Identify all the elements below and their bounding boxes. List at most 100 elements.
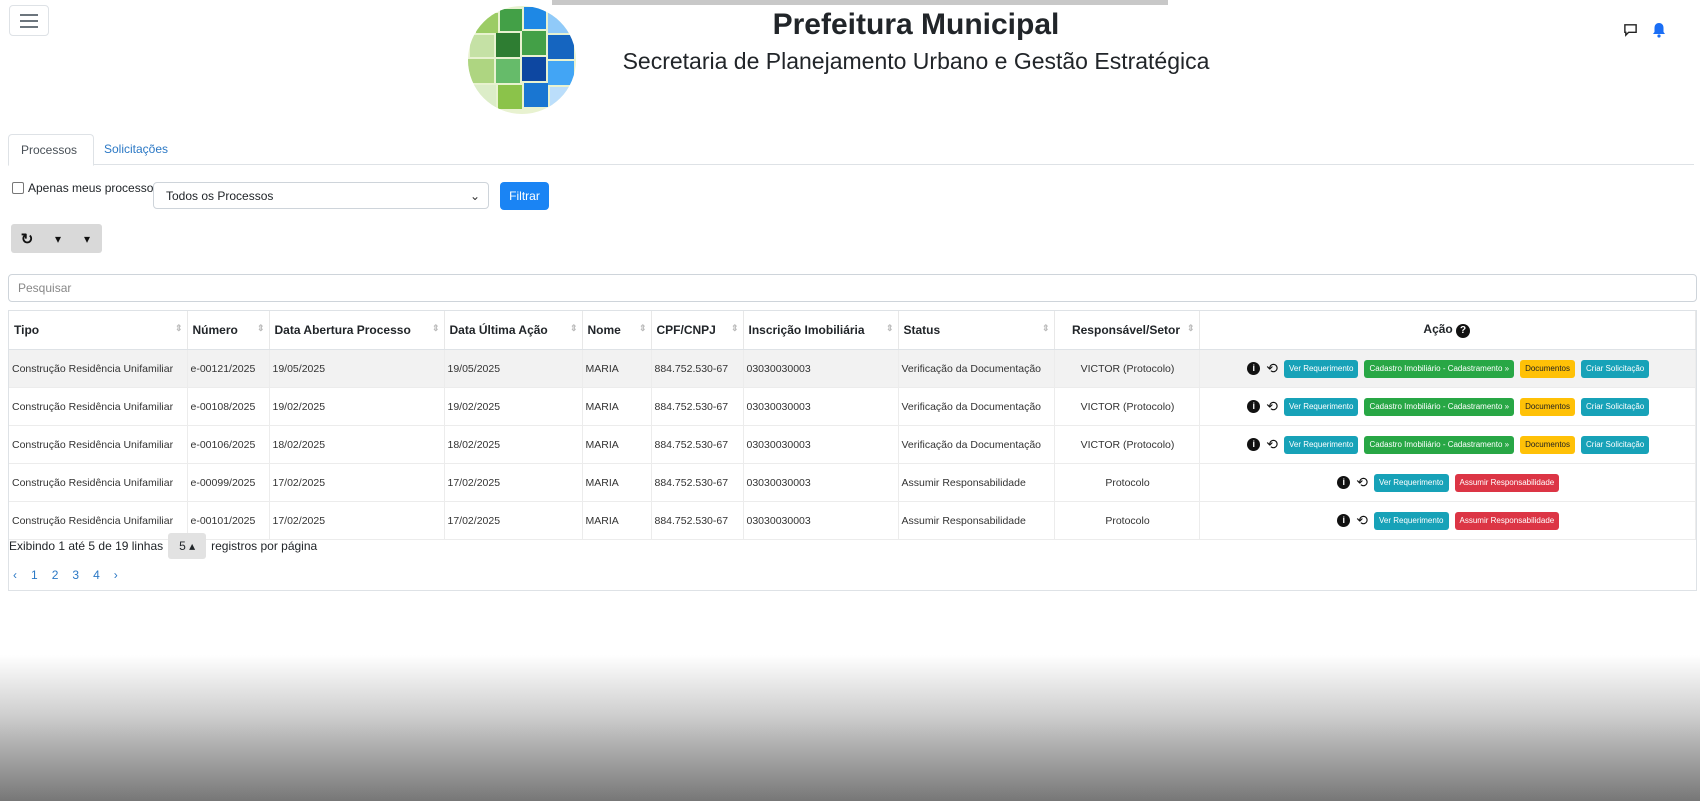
ver-requerimento-button[interactable]: Ver Requerimento	[1374, 511, 1449, 530]
only-mine-label: Apenas meus processos	[28, 181, 160, 195]
bottom-shadow	[0, 655, 1700, 801]
table-row: Construção Residência Unifamiliar e-00108…	[9, 387, 1696, 426]
tab-processos[interactable]: Processos	[8, 134, 94, 166]
help-icon[interactable]: ?	[1456, 324, 1471, 338]
cell-numero: e-00108/2025	[187, 387, 270, 426]
cell-numero: e-00106/2025	[187, 425, 270, 464]
cell-status: Assumir Responsabilidade	[898, 501, 1055, 540]
criar-solicitacao-button[interactable]: Criar Solicitação	[1581, 435, 1650, 454]
history-icon[interactable]: ⟲	[1266, 398, 1278, 415]
cell-responsavel: VICTOR (Protocolo)	[1054, 425, 1200, 464]
per-page-dropdown[interactable]: 5 ▴	[168, 533, 207, 559]
info-icon[interactable]: i	[1337, 514, 1351, 527]
cell-acao: i ⟲ Ver Requerimento Cadastro Imobiliário -…	[1199, 387, 1696, 426]
cadastro-imobiliario-button[interactable]: Cadastro Imobiliário - Cadastramento »	[1364, 435, 1515, 454]
ver-requerimento-button[interactable]: Ver Requerimento	[1283, 397, 1359, 416]
tab-solicitacoes[interactable]: Solicitações	[92, 134, 180, 164]
menu-icon-line	[20, 13, 38, 16]
table-row: Construção Residência Unifamiliar e-00106…	[9, 425, 1696, 464]
cell-nome: MARIA	[582, 387, 652, 426]
process-filter-value: Todos os Processos	[166, 189, 274, 203]
info-icon[interactable]: i	[1337, 476, 1351, 489]
pagination-info: Exibindo 1 até 5 de 19 linhas	[9, 539, 164, 553]
cell-ultima: 17/02/2025	[444, 463, 583, 502]
cell-nome: MARIA	[582, 349, 652, 388]
search-input[interactable]: Pesquisar	[8, 274, 1697, 302]
column-header-acao: Ação ?	[1199, 311, 1696, 350]
column-header-nome[interactable]: Nome ⇕	[582, 311, 652, 350]
cadastro-imobiliario-button[interactable]: Cadastro Imobiliário - Cadastramento »	[1364, 397, 1515, 416]
cell-cpf: 884.752.530-67	[651, 463, 744, 502]
page-link-4[interactable]: 4	[93, 568, 100, 582]
per-page-label: registros por página	[211, 539, 318, 553]
column-header-data-abertura[interactable]: Data Abertura Processo ⇕	[269, 311, 445, 350]
cell-inscricao: 03030030003	[743, 501, 899, 540]
column-header-inscricao[interactable]: Inscrição Imobiliária ⇕	[743, 311, 899, 350]
ver-requerimento-button[interactable]: Ver Requerimento	[1283, 435, 1359, 454]
notification-bell-icon[interactable]	[1652, 22, 1666, 43]
pagination: ‹ 1 2 3 4 ›	[13, 568, 118, 582]
criar-solicitacao-button[interactable]: Criar Solicitação	[1581, 397, 1650, 416]
cell-cpf: 884.752.530-67	[651, 387, 744, 426]
process-filter-select[interactable]: Todos os Processos ⌄	[153, 182, 489, 209]
history-icon[interactable]: ⟲	[1356, 474, 1368, 491]
documentos-button[interactable]: Documentos	[1520, 359, 1575, 378]
only-mine-checkbox[interactable]	[12, 182, 24, 194]
column-header-responsavel[interactable]: Responsável/Setor ⇕	[1054, 311, 1200, 350]
cell-numero: e-00099/2025	[187, 463, 270, 502]
cell-status: Verificação da Documentação	[898, 387, 1055, 426]
columns-dropdown-icon[interactable]: ▾	[43, 232, 73, 246]
cell-tipo: Construção Residência Unifamiliar	[9, 349, 188, 388]
cell-ultima: 19/02/2025	[444, 387, 583, 426]
cell-abertura: 19/05/2025	[269, 349, 445, 388]
hamburger-menu-button[interactable]	[9, 5, 49, 36]
assumir-responsabilidade-button[interactable]: Assumir Responsabilidade	[1454, 473, 1560, 492]
cell-abertura: 17/02/2025	[269, 463, 445, 502]
chat-icon[interactable]	[1623, 22, 1638, 43]
info-icon[interactable]: i	[1247, 400, 1261, 413]
documentos-button[interactable]: Documentos	[1520, 397, 1575, 416]
page-link-2[interactable]: 2	[52, 568, 59, 582]
cell-abertura: 19/02/2025	[269, 387, 445, 426]
cell-status: Assumir Responsabilidade	[898, 463, 1055, 502]
cadastro-imobiliario-button[interactable]: Cadastro Imobiliário - Cadastramento »	[1364, 359, 1515, 378]
cell-acao: i ⟲ Ver Requerimento Assumir Responsabilida…	[1199, 463, 1696, 502]
cell-tipo: Construção Residência Unifamiliar	[9, 425, 188, 464]
cell-inscricao: 03030030003	[743, 387, 899, 426]
cell-responsavel: Protocolo	[1054, 501, 1200, 540]
ver-requerimento-button[interactable]: Ver Requerimento	[1283, 359, 1359, 378]
export-dropdown-icon[interactable]: ▾	[73, 232, 101, 246]
page-subtitle: Secretaria de Planejamento Urbano e Gest…	[622, 48, 1210, 74]
page-link-3[interactable]: 3	[72, 568, 79, 582]
history-icon[interactable]: ⟲	[1356, 512, 1368, 529]
refresh-icon[interactable]: ↻	[11, 230, 43, 248]
cell-acao: i ⟲ Ver Requerimento Assumir Responsabilida…	[1199, 501, 1696, 540]
page-title: Prefeitura Municipal	[772, 8, 1060, 41]
cell-inscricao: 03030030003	[743, 349, 899, 388]
cell-status: Verificação da Documentação	[898, 349, 1055, 388]
cell-nome: MARIA	[582, 501, 652, 540]
criar-solicitacao-button[interactable]: Criar Solicitação	[1581, 359, 1650, 378]
page-link-1[interactable]: 1	[31, 568, 38, 582]
page-prev-link[interactable]: ‹	[13, 568, 17, 582]
page-next-link[interactable]: ›	[114, 568, 118, 582]
cell-responsavel: VICTOR (Protocolo)	[1054, 387, 1200, 426]
history-icon[interactable]: ⟲	[1266, 436, 1278, 453]
column-header-cpf-cnpj[interactable]: CPF/CNPJ ⇕	[651, 311, 744, 350]
history-icon[interactable]: ⟲	[1266, 360, 1278, 377]
cell-ultima: 19/05/2025	[444, 349, 583, 388]
cell-numero: e-00121/2025	[187, 349, 270, 388]
cell-acao: i ⟲ Ver Requerimento Cadastro Imobiliário -…	[1199, 425, 1696, 464]
info-icon[interactable]: i	[1247, 438, 1261, 451]
documentos-button[interactable]: Documentos	[1520, 435, 1575, 454]
filter-button[interactable]: Filtrar	[500, 182, 549, 210]
column-header-tipo[interactable]: Tipo ⇕	[9, 311, 188, 350]
column-header-data-ultima-acao[interactable]: Data Última Ação ⇕	[444, 311, 583, 350]
assumir-responsabilidade-button[interactable]: Assumir Responsabilidade	[1454, 511, 1560, 530]
column-header-status[interactable]: Status ⇕	[898, 311, 1055, 350]
table-row: Construção Residência Unifamiliar e-00121…	[9, 349, 1696, 388]
column-header-numero[interactable]: Número ⇕	[187, 311, 270, 350]
info-icon[interactable]: i	[1247, 362, 1261, 375]
ver-requerimento-button[interactable]: Ver Requerimento	[1374, 473, 1449, 492]
cell-tipo: Construção Residência Unifamiliar	[9, 387, 188, 426]
